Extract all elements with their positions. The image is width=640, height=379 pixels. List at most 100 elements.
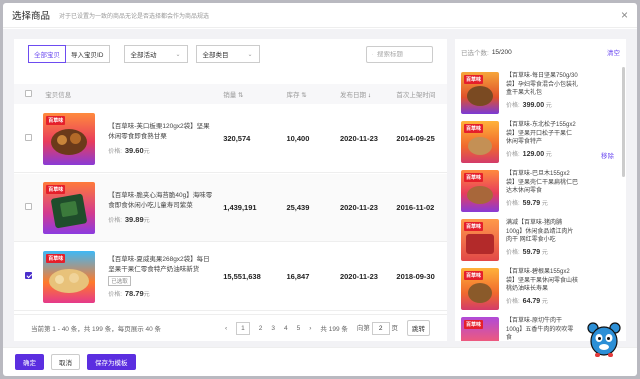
pagination-summary: 当前第 1 - 40 条，共 199 条，每页展示 40 条	[31, 326, 162, 333]
page-3[interactable]: 3	[271, 325, 275, 332]
product-image: 百草味	[461, 268, 499, 310]
selected-count-label: 已选个数:	[461, 50, 489, 57]
page-1[interactable]: 1	[236, 321, 250, 335]
product-image: 百草味	[461, 170, 499, 212]
selected-item-name: 【百草味-巴旦木155gx2袋】坚果壳仁干果扁桃仁巴达木休闲零食	[506, 171, 579, 194]
page-5[interactable]: 5	[297, 325, 301, 332]
category-select-value: 全部类目	[202, 52, 229, 59]
selected-item-name: 【百草味-东北松子155gx2袋】坚果开口松子干果仁 休闲零食特产	[506, 122, 576, 145]
sales-value: 1,439,191	[223, 203, 257, 212]
chevron-down-icon: ⌄	[247, 51, 253, 58]
table-header: 宝贝信息 销量 ⇅ 库存 ⇅ 发布日期 ↓ 首次上架时间	[14, 84, 447, 104]
selected-item: 百草味 【百草味-原切牛肉干100g】五香牛肉的吹吹零食	[461, 317, 579, 341]
select-product-modal: 选择商品 对于已设置为一致的商品无论是否选择都会作为商品规选 × 全部宝贝 导入…	[3, 3, 637, 376]
sales-value: 15,551,638	[223, 272, 261, 281]
goto-suffix: 页	[391, 324, 399, 332]
header-product-info: 宝贝信息	[45, 92, 72, 99]
modal-footer: 确定 取消 保存为模板	[3, 347, 637, 376]
row-checkbox[interactable]	[25, 134, 33, 141]
publish-date: 2020-11-23	[339, 134, 378, 143]
header-sales[interactable]: 销量 ⇅	[223, 89, 286, 99]
goto-page-input[interactable]: 2	[371, 321, 390, 335]
product-image: 百草味	[461, 219, 499, 261]
page-2[interactable]: 2	[259, 325, 263, 332]
selected-item-price: 59.79	[522, 248, 541, 256]
product-price: 价格: 39.89元	[108, 215, 150, 224]
header-publish-date[interactable]: 发布日期 ↓	[340, 89, 396, 99]
product-image: 百草味	[43, 112, 96, 165]
product-image: 百草味	[461, 121, 499, 163]
product-price: 价格: 39.60元	[108, 146, 150, 155]
modal-body: 全部宝贝 导入宝贝ID 全部活动 ⌄ 全部类目 ⌄ 宝贝信息	[3, 29, 637, 347]
publish-date: 2020-11-23	[339, 203, 378, 212]
chevron-down-icon: ⌄	[175, 51, 181, 58]
select-all-checkbox[interactable]	[25, 89, 33, 97]
total-count: 共 199 条	[320, 326, 348, 333]
product-image: 百草味	[43, 250, 96, 303]
product-list-panel: 全部宝贝 导入宝贝ID 全部活动 ⌄ 全部类目 ⌄ 宝贝信息	[14, 39, 447, 341]
tab-all-products[interactable]: 全部宝贝	[28, 45, 66, 63]
remove-button[interactable]: 移除	[601, 150, 614, 160]
activity-select-value: 全部活动	[130, 52, 157, 59]
first-listed-date: 2014-09-25	[396, 134, 435, 143]
table-row[interactable]: 百草味 【百草味-脆夹心海苔脆40g】海味零食即食休闲小吃儿童寿司紫菜 价格: 3…	[14, 174, 447, 242]
close-icon[interactable]: ×	[621, 8, 628, 22]
goto-prefix: 向第	[356, 324, 370, 332]
selected-item: 百草味 【百草味-每日坚果750g/30袋】孕妇零食混合小包装礼盒干果大礼包 价…	[461, 72, 579, 118]
next-page-button[interactable]: ›	[309, 325, 311, 332]
selected-header: 已选个数: 15/200 清空	[455, 39, 626, 65]
cancel-button[interactable]: 取消	[51, 354, 80, 370]
selected-tag: 已选取	[108, 276, 131, 286]
modal-title: 选择商品	[12, 11, 51, 22]
scrollbar[interactable]	[622, 67, 625, 177]
confirm-button[interactable]: 确定	[15, 354, 44, 370]
selected-item-name: 【百草味-原切牛肉干100g】五香牛肉的吹吹零食	[506, 318, 574, 341]
mascot-icon[interactable]	[587, 322, 621, 358]
stock-value: 16,847	[286, 272, 310, 281]
selected-item: 百草味 满减【百草味-猪肉脯100g】休闲食品靖江肉片肉干 网红零食小吃 价格:…	[461, 219, 579, 265]
sort-desc-icon: ↓	[367, 92, 372, 99]
product-name: 【百草味-夏威夷果268gx2袋】每日坚果干果仁零食特产奶油味新货	[108, 256, 210, 273]
row-checkbox-checked[interactable]	[25, 272, 33, 279]
search-box	[366, 45, 433, 63]
goto-button[interactable]: 跳转	[407, 320, 430, 336]
table-row[interactable]: 百草味 【百草味-夏威夷果268gx2袋】每日坚果干果仁零食特产奶油味新货 已选…	[14, 243, 447, 311]
first-listed-date: 2018-09-30	[396, 272, 435, 281]
selected-item: 百草味 【百草味-东北松子155gx2袋】坚果开口松子干果仁 休闲零食特产 价格…	[461, 121, 579, 167]
selected-count: 15/200	[491, 48, 512, 56]
pagination: 当前第 1 - 40 条，共 199 条，每页展示 40 条 ‹ 1 2 3 4…	[14, 314, 447, 341]
modal-header: 选择商品 对于已设置为一致的商品无论是否选择都会作为商品规选 ×	[3, 3, 637, 28]
header-first-listed: 首次上架时间	[396, 92, 436, 99]
sort-icon: ⇅	[238, 92, 244, 99]
search-input[interactable]	[377, 50, 427, 58]
category-select[interactable]: 全部类目 ⌄	[195, 45, 260, 63]
selected-item-name: 满减【百草味-猪肉脯100g】休闲食品靖江肉片肉干 网红零食小吃	[506, 220, 574, 243]
row-checkbox[interactable]	[25, 203, 33, 210]
clear-button[interactable]: 清空	[607, 47, 620, 57]
sales-value: 320,574	[223, 134, 251, 143]
selected-item: 百草味 【百草味-巴旦木155gx2袋】坚果壳仁干果扁桃仁巴达木休闲零食 价格:…	[461, 170, 579, 216]
selected-item-price: 59.79	[522, 199, 541, 207]
selected-item-price: 64.79	[522, 297, 541, 305]
prev-page-button[interactable]: ‹	[225, 325, 227, 332]
filter-bar: 全部宝贝 导入宝贝ID 全部活动 ⌄ 全部类目 ⌄	[14, 39, 447, 69]
product-image: 百草味	[43, 181, 96, 234]
header-stock[interactable]: 库存 ⇅	[286, 89, 340, 99]
product-name: 【百草味-脆夹心海苔脆40g】海味零食即食休闲小吃儿童寿司紫菜	[108, 192, 213, 209]
stock-value: 25,439	[286, 203, 310, 212]
product-name: 【百草味-芙口板栗120gx2袋】坚果休闲零食即食熟甘栗	[108, 123, 210, 140]
save-template-button[interactable]: 保存为模板	[87, 354, 136, 370]
activity-select[interactable]: 全部活动 ⌄	[123, 45, 188, 63]
sort-icon: ⇅	[301, 92, 307, 99]
first-listed-date: 2016-11-02	[396, 203, 435, 212]
selected-item-name: 【百草味-碧根果155gx2袋】坚果干果休闲零食山核桃奶油味长寿果	[506, 269, 579, 292]
tab-import-id[interactable]: 导入宝贝ID	[66, 45, 110, 63]
product-image: 百草味	[461, 317, 499, 341]
selected-panel: 已选个数: 15/200 清空 移除 百草味 【百草味-每日坚果750g/30袋】…	[455, 39, 626, 341]
product-price: 价格: 78.79元	[108, 289, 150, 298]
product-image: 百草味	[461, 72, 499, 114]
search-icon	[372, 53, 373, 55]
page-4[interactable]: 4	[284, 325, 288, 332]
publish-date: 2020-11-23	[339, 272, 378, 281]
table-row[interactable]: 百草味 【百草味-芙口板栗120gx2袋】坚果休闲零食即食熟甘栗 价格: 39.6…	[14, 105, 447, 173]
